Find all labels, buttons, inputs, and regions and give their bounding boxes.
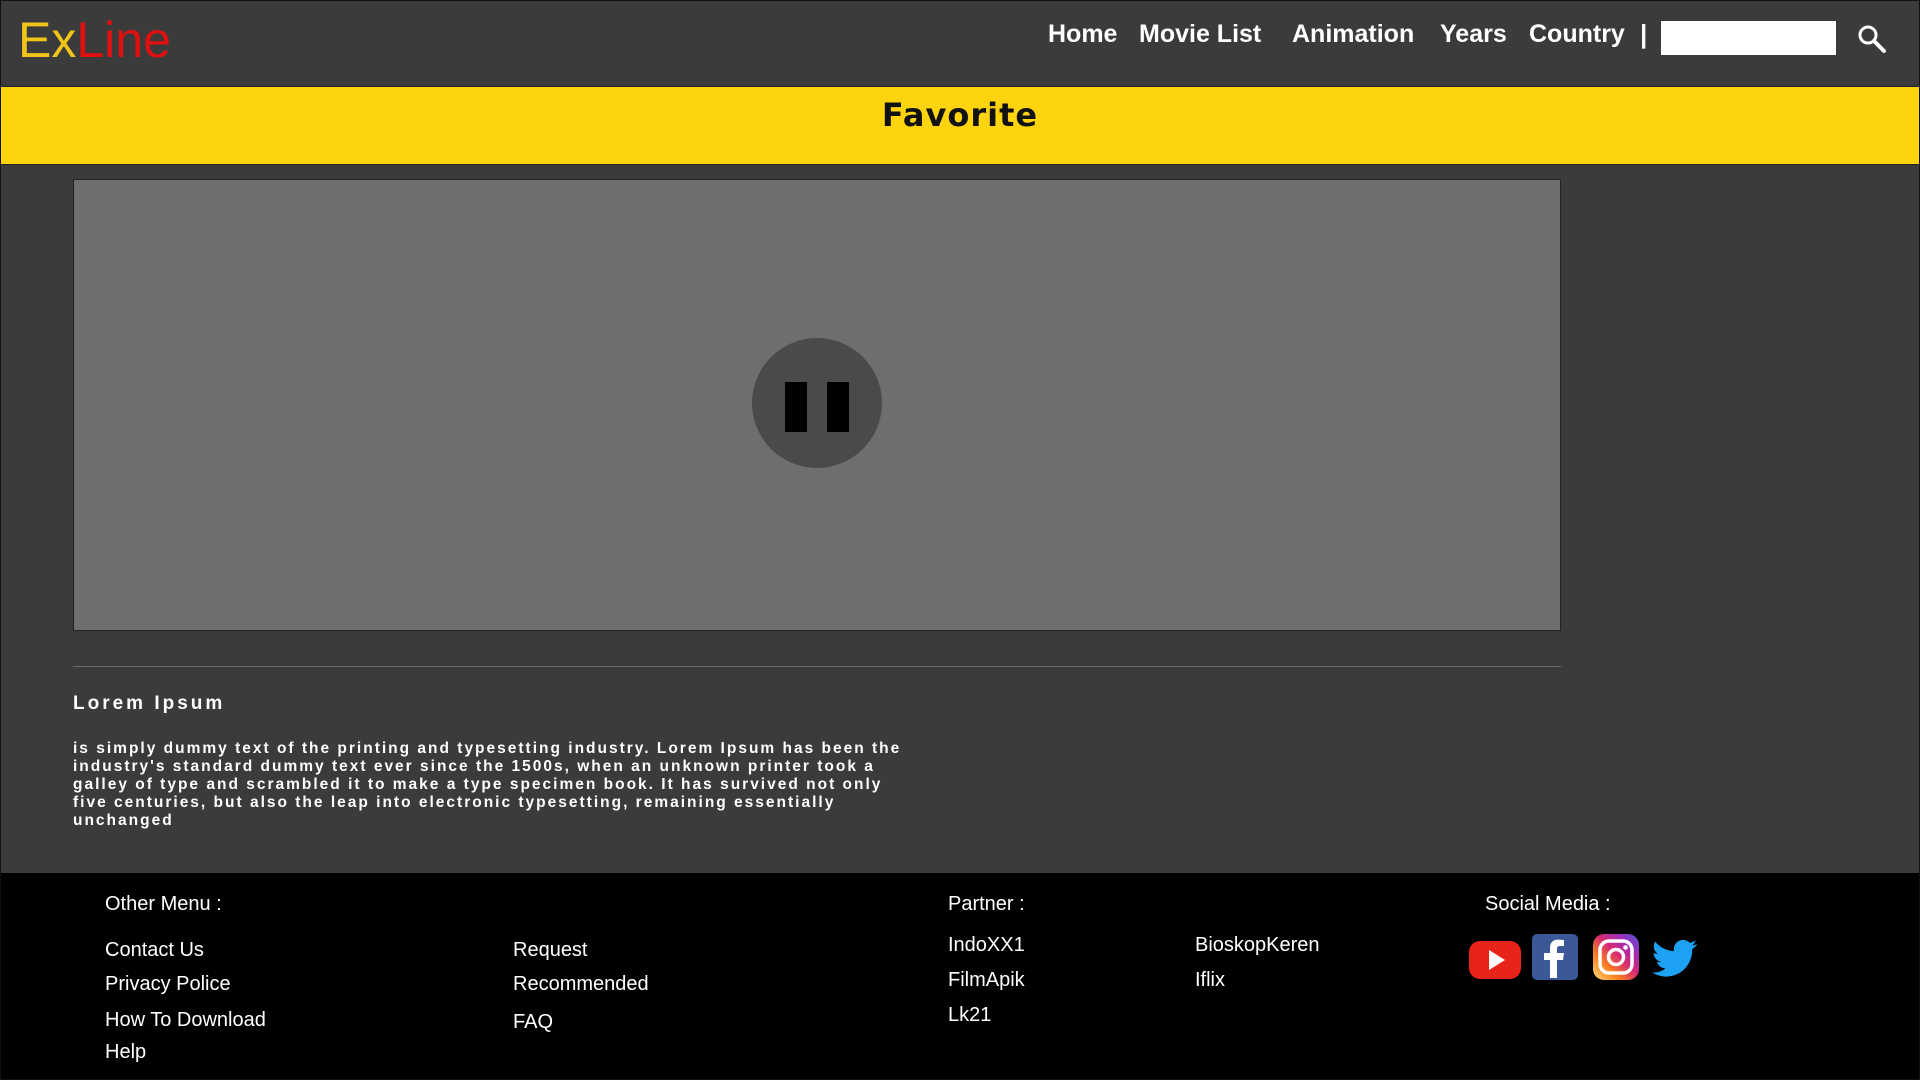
social-media-heading: Social Media :	[1485, 893, 1611, 915]
footer-link-how-to-download[interactable]: How To Download	[105, 1008, 266, 1032]
instagram-icon	[1593, 934, 1639, 980]
footer-link-contact-us[interactable]: Contact Us	[105, 938, 204, 962]
footer-link-help[interactable]: Help	[105, 1040, 146, 1064]
search-button[interactable]	[1855, 22, 1889, 56]
nav-separator: |	[1640, 19, 1648, 49]
twitter-icon	[1651, 939, 1697, 977]
nav-country[interactable]: Country	[1529, 18, 1625, 50]
footer-link-recommended[interactable]: Recommended	[513, 972, 649, 996]
footer-link-request[interactable]: Request	[513, 938, 588, 962]
movie-description: is simply dummy text of the printing and…	[73, 740, 902, 829]
nav-years[interactable]: Years	[1440, 18, 1507, 50]
twitter-link[interactable]	[1651, 938, 1702, 988]
pause-icon-bar	[827, 382, 849, 432]
header: ExLine Home Movie List Animation Years C…	[0, 0, 1920, 86]
site-logo[interactable]: ExLine	[18, 10, 171, 70]
divider	[73, 666, 1561, 667]
search-input[interactable]	[1661, 21, 1836, 55]
nav-animation[interactable]: Animation	[1292, 18, 1414, 50]
movie-title: Lorem Ipsum	[73, 693, 226, 714]
page-title: Favorite	[881, 96, 1039, 134]
partner-link-bioskopkeren[interactable]: BioskopKeren	[1195, 933, 1320, 957]
partner-link-lk21[interactable]: Lk21	[948, 1003, 991, 1027]
footer-link-faq[interactable]: FAQ	[513, 1010, 553, 1034]
pause-icon	[785, 382, 807, 432]
nav-movie-list[interactable]: Movie List	[1139, 18, 1261, 50]
logo-part-line: Line	[76, 12, 171, 68]
other-menu-heading: Other Menu :	[105, 893, 222, 915]
instagram-link[interactable]	[1593, 934, 1643, 984]
youtube-icon	[1469, 941, 1521, 979]
partner-link-filmapik[interactable]: FilmApik	[948, 968, 1025, 992]
logo-part-ex: Ex	[18, 12, 77, 68]
pause-button[interactable]	[752, 338, 882, 468]
partner-link-indoxx1[interactable]: IndoXX1	[948, 933, 1025, 957]
search-icon	[1858, 25, 1886, 53]
partner-link-iflix[interactable]: Iflix	[1195, 968, 1225, 992]
facebook-link[interactable]	[1532, 934, 1582, 984]
youtube-link[interactable]	[1468, 935, 1521, 985]
nav-home[interactable]: Home	[1048, 18, 1117, 50]
footer-link-privacy-police[interactable]: Privacy Police	[105, 972, 231, 996]
facebook-icon	[1532, 934, 1578, 980]
partner-heading: Partner :	[948, 893, 1025, 915]
